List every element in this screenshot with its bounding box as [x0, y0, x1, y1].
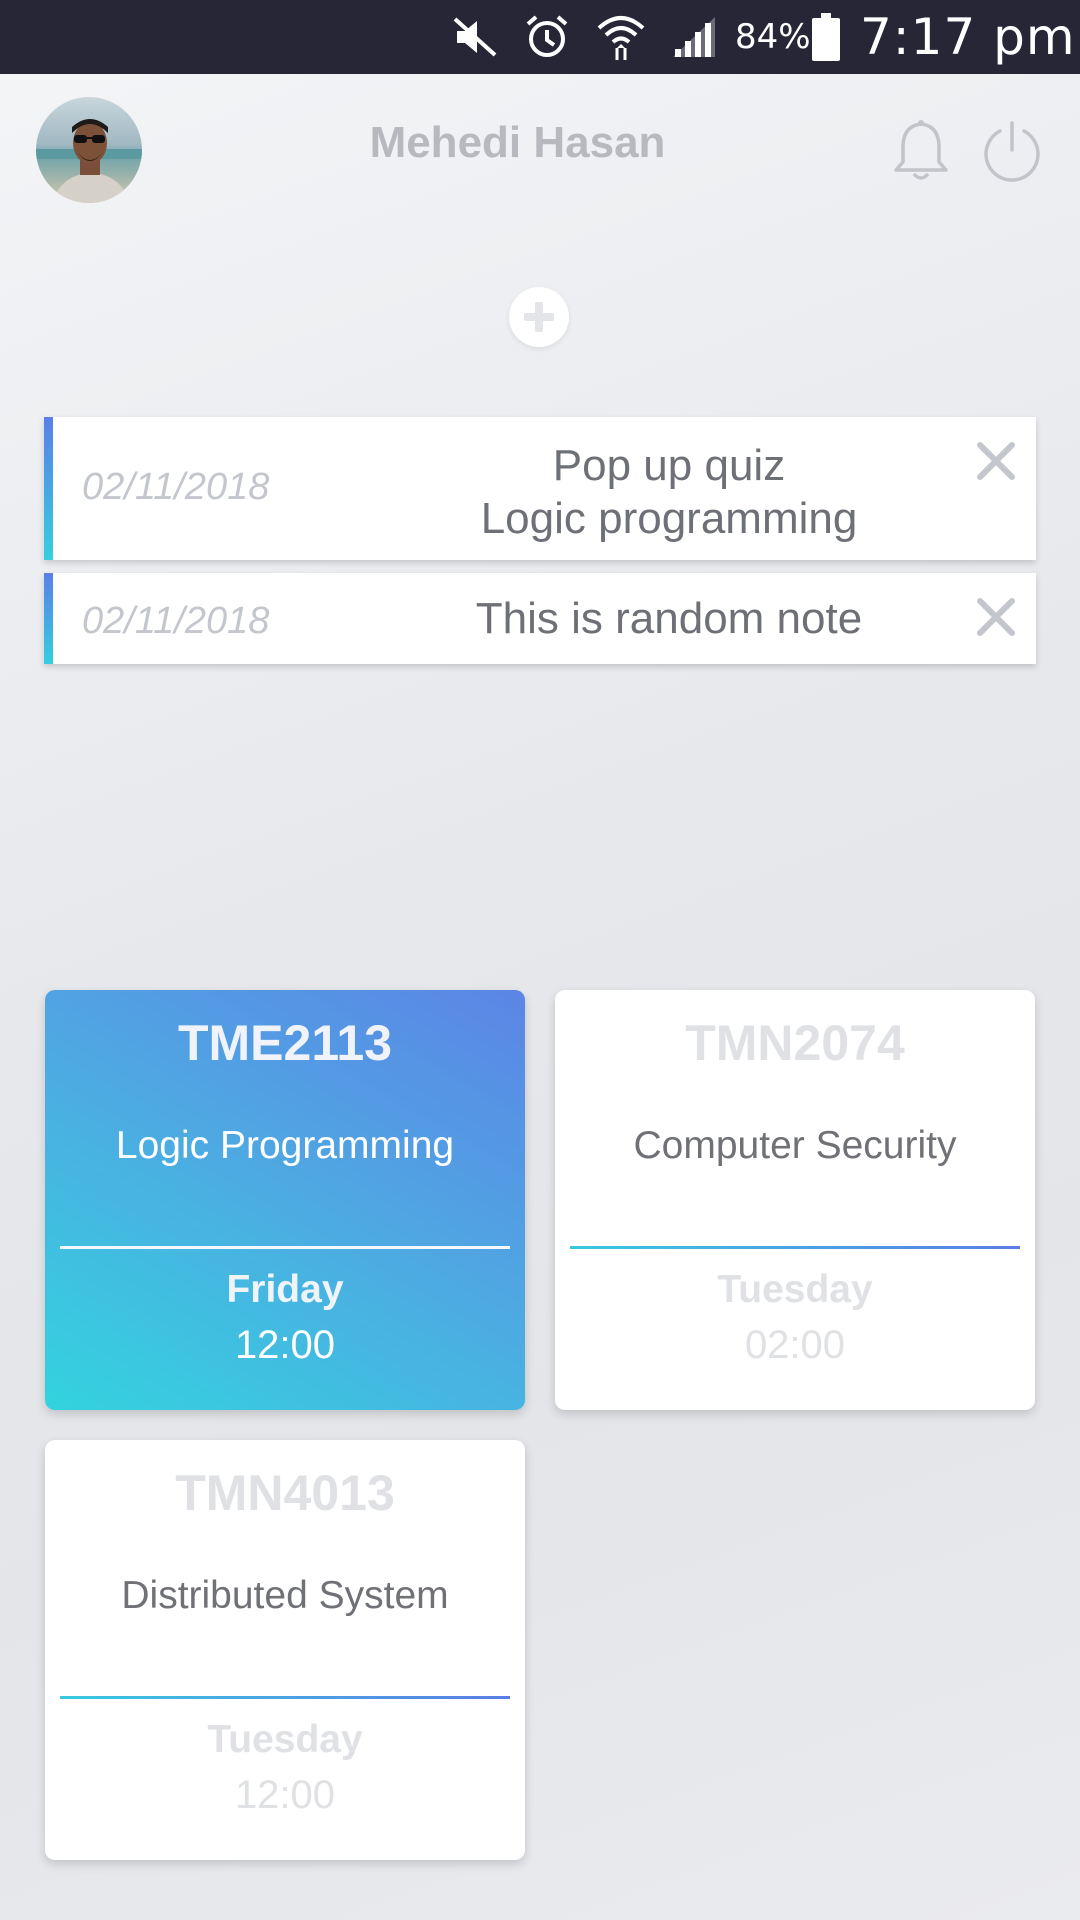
note-text: This is random note	[475, 594, 863, 643]
note-card[interactable]: 02/11/2018 Pop up quiz Logic programming	[44, 417, 1036, 560]
close-icon[interactable]	[974, 595, 1018, 639]
user-name: Mehedi Hasan	[369, 118, 666, 167]
note-title: Pop up quiz	[552, 441, 786, 490]
course-day: Tuesday	[717, 1268, 873, 1311]
card-divider	[60, 1246, 510, 1249]
card-divider	[60, 1696, 510, 1699]
note-text: Pop up quiz Logic programming	[344, 439, 994, 545]
add-note-button[interactable]	[509, 287, 569, 347]
course-code: TMN2074	[685, 1015, 905, 1071]
note-subtitle: Logic programming	[480, 494, 858, 543]
alarm-icon	[522, 0, 572, 74]
course-code: TME2113	[177, 1015, 392, 1071]
course-card-tmn4013[interactable]: TMN4013 Distributed System Tuesday 12:00	[45, 1440, 525, 1860]
course-day: Tuesday	[207, 1718, 363, 1761]
signal-icon	[668, 0, 720, 74]
course-day: Friday	[226, 1268, 344, 1311]
card-divider	[570, 1246, 1020, 1249]
bell-icon[interactable]	[888, 118, 954, 184]
clock: 7:17 pm	[860, 8, 1076, 66]
note-date: 02/11/2018	[82, 466, 270, 508]
course-card-tme2113[interactable]: TME2113 Logic Programming Friday 12:00	[45, 990, 525, 1410]
course-time: 02:00	[744, 1323, 846, 1367]
course-time: 12:00	[234, 1773, 336, 1817]
battery-percent: 84%	[735, 17, 811, 57]
plus-icon	[524, 302, 554, 332]
power-icon[interactable]	[979, 118, 1045, 184]
mute-icon	[450, 0, 500, 74]
course-name: Logic Programming	[115, 1124, 455, 1167]
battery-icon	[810, 0, 842, 74]
note-card[interactable]: 02/11/2018 This is random note	[44, 573, 1036, 664]
course-name: Computer Security	[633, 1124, 957, 1167]
close-icon[interactable]	[974, 439, 1018, 483]
note-date: 02/11/2018	[82, 600, 270, 642]
course-name: Distributed System	[121, 1574, 449, 1617]
course-time: 12:00	[234, 1323, 336, 1367]
course-card-tmn2074[interactable]: TMN2074 Computer Security Tuesday 02:00	[555, 990, 1035, 1410]
wifi-icon	[594, 0, 648, 74]
status-bar: 84% 7:17 pm	[0, 0, 1080, 74]
avatar[interactable]	[36, 97, 142, 203]
course-code: TMN4013	[175, 1465, 395, 1521]
